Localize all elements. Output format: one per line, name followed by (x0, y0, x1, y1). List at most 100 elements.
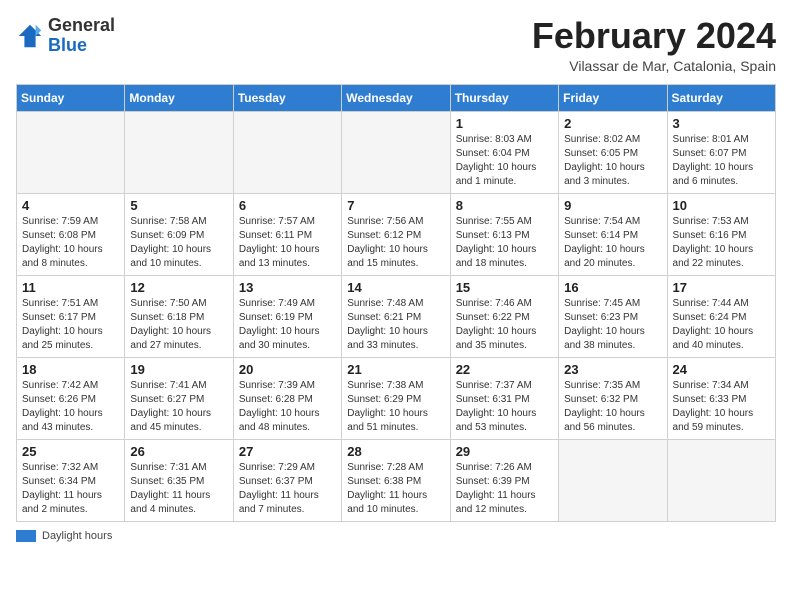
calendar-day-cell: 29 Sunrise: 7:26 AM Sunset: 6:39 PM Dayli… (450, 439, 558, 521)
legend-label: Daylight hours (42, 530, 112, 542)
calendar-day-cell: 3 Sunrise: 8:01 AM Sunset: 6:07 PM Daylig… (667, 111, 775, 193)
day-number: 26 (130, 444, 227, 459)
day-info: Sunrise: 7:44 AM Sunset: 6:24 PM Dayligh… (673, 297, 770, 353)
day-info: Sunrise: 7:57 AM Sunset: 6:11 PM Dayligh… (239, 215, 336, 271)
day-number: 14 (347, 280, 444, 295)
logo-general: General (48, 15, 115, 35)
day-info: Sunrise: 7:35 AM Sunset: 6:32 PM Dayligh… (564, 379, 661, 435)
day-number: 28 (347, 444, 444, 459)
day-number: 17 (673, 280, 770, 295)
calendar-day-cell: 14 Sunrise: 7:48 AM Sunset: 6:21 PM Dayli… (342, 275, 450, 357)
day-number: 11 (22, 280, 119, 295)
day-number: 7 (347, 198, 444, 213)
calendar-day-cell: 24 Sunrise: 7:34 AM Sunset: 6:33 PM Dayli… (667, 357, 775, 439)
calendar-header-cell: Saturday (667, 84, 775, 111)
day-info: Sunrise: 7:51 AM Sunset: 6:17 PM Dayligh… (22, 297, 119, 353)
day-number: 13 (239, 280, 336, 295)
day-info: Sunrise: 7:54 AM Sunset: 6:14 PM Dayligh… (564, 215, 661, 271)
legend-box (16, 530, 36, 542)
day-info: Sunrise: 7:50 AM Sunset: 6:18 PM Dayligh… (130, 297, 227, 353)
calendar-day-cell: 13 Sunrise: 7:49 AM Sunset: 6:19 PM Dayli… (233, 275, 341, 357)
day-number: 4 (22, 198, 119, 213)
calendar-day-cell: 9 Sunrise: 7:54 AM Sunset: 6:14 PM Daylig… (559, 193, 667, 275)
calendar-header-cell: Friday (559, 84, 667, 111)
calendar-day-cell: 28 Sunrise: 7:28 AM Sunset: 6:38 PM Dayli… (342, 439, 450, 521)
calendar-day-cell (342, 111, 450, 193)
calendar-day-cell: 8Sunrise: 7:55 AM Sunset: 6:13 PM Daylig… (450, 193, 558, 275)
calendar-week-row: 1Sunrise: 8:03 AM Sunset: 6:04 PM Daylig… (17, 111, 776, 193)
calendar-day-cell (233, 111, 341, 193)
calendar-day-cell: 1Sunrise: 8:03 AM Sunset: 6:04 PM Daylig… (450, 111, 558, 193)
day-info: Sunrise: 7:58 AM Sunset: 6:09 PM Dayligh… (130, 215, 227, 271)
logo-icon (16, 22, 44, 50)
calendar-week-row: 11 Sunrise: 7:51 AM Sunset: 6:17 PM Dayli… (17, 275, 776, 357)
calendar-day-cell (125, 111, 233, 193)
calendar-header-cell: Wednesday (342, 84, 450, 111)
day-number: 12 (130, 280, 227, 295)
logo-blue: Blue (48, 35, 87, 55)
calendar-week-row: 4Sunrise: 7:59 AM Sunset: 6:08 PM Daylig… (17, 193, 776, 275)
day-info: Sunrise: 7:46 AM Sunset: 6:22 PM Dayligh… (456, 297, 553, 353)
day-number: 21 (347, 362, 444, 377)
day-info: Sunrise: 7:32 AM Sunset: 6:34 PM Dayligh… (22, 461, 119, 517)
calendar-day-cell (667, 439, 775, 521)
calendar-day-cell: 25 Sunrise: 7:32 AM Sunset: 6:34 PM Dayli… (17, 439, 125, 521)
day-number: 24 (673, 362, 770, 377)
day-number: 27 (239, 444, 336, 459)
day-info: Sunrise: 7:37 AM Sunset: 6:31 PM Dayligh… (456, 379, 553, 435)
day-info: Sunrise: 7:34 AM Sunset: 6:33 PM Dayligh… (673, 379, 770, 435)
calendar-day-cell: 6Sunrise: 7:57 AM Sunset: 6:11 PM Daylig… (233, 193, 341, 275)
page-header: General Blue February 2024 Vilassar de M… (16, 16, 776, 74)
day-number: 29 (456, 444, 553, 459)
calendar-header-row: SundayMondayTuesdayWednesdayThursdayFrid… (17, 84, 776, 111)
day-number: 1 (456, 116, 553, 131)
calendar-body: 1Sunrise: 8:03 AM Sunset: 6:04 PM Daylig… (17, 111, 776, 521)
day-number: 9 (564, 198, 661, 213)
calendar-day-cell: 23 Sunrise: 7:35 AM Sunset: 6:32 PM Dayli… (559, 357, 667, 439)
day-number: 19 (130, 362, 227, 377)
day-number: 10 (673, 198, 770, 213)
calendar-day-cell: 10Sunrise: 7:53 AM Sunset: 6:16 PM Dayli… (667, 193, 775, 275)
calendar-day-cell: 20Sunrise: 7:39 AM Sunset: 6:28 PM Dayli… (233, 357, 341, 439)
title-block: February 2024 Vilassar de Mar, Catalonia… (532, 16, 776, 74)
day-info: Sunrise: 7:28 AM Sunset: 6:38 PM Dayligh… (347, 461, 444, 517)
calendar-week-row: 18 Sunrise: 7:42 AM Sunset: 6:26 PM Dayli… (17, 357, 776, 439)
day-info: Sunrise: 7:55 AM Sunset: 6:13 PM Dayligh… (456, 215, 553, 271)
location: Vilassar de Mar, Catalonia, Spain (532, 58, 776, 74)
day-number: 18 (22, 362, 119, 377)
calendar-day-cell: 4Sunrise: 7:59 AM Sunset: 6:08 PM Daylig… (17, 193, 125, 275)
day-info: Sunrise: 7:42 AM Sunset: 6:26 PM Dayligh… (22, 379, 119, 435)
day-number: 16 (564, 280, 661, 295)
calendar-day-cell: 27Sunrise: 7:29 AM Sunset: 6:37 PM Dayli… (233, 439, 341, 521)
day-number: 3 (673, 116, 770, 131)
day-info: Sunrise: 7:56 AM Sunset: 6:12 PM Dayligh… (347, 215, 444, 271)
legend: Daylight hours (16, 530, 776, 542)
day-info: Sunrise: 7:49 AM Sunset: 6:19 PM Dayligh… (239, 297, 336, 353)
logo-text: General Blue (48, 16, 115, 56)
day-number: 15 (456, 280, 553, 295)
day-number: 23 (564, 362, 661, 377)
day-info: Sunrise: 7:31 AM Sunset: 6:35 PM Dayligh… (130, 461, 227, 517)
calendar-day-cell (17, 111, 125, 193)
calendar-day-cell: 2Sunrise: 8:02 AM Sunset: 6:05 PM Daylig… (559, 111, 667, 193)
day-number: 5 (130, 198, 227, 213)
calendar-header-cell: Sunday (17, 84, 125, 111)
day-info: Sunrise: 7:26 AM Sunset: 6:39 PM Dayligh… (456, 461, 553, 517)
day-number: 25 (22, 444, 119, 459)
day-info: Sunrise: 8:01 AM Sunset: 6:07 PM Dayligh… (673, 133, 770, 189)
month-title: February 2024 (532, 16, 776, 56)
day-info: Sunrise: 7:38 AM Sunset: 6:29 PM Dayligh… (347, 379, 444, 435)
calendar-day-cell: 7 Sunrise: 7:56 AM Sunset: 6:12 PM Daylig… (342, 193, 450, 275)
calendar-day-cell: 5 Sunrise: 7:58 AM Sunset: 6:09 PM Daylig… (125, 193, 233, 275)
calendar-header-cell: Tuesday (233, 84, 341, 111)
calendar-day-cell: 11 Sunrise: 7:51 AM Sunset: 6:17 PM Dayli… (17, 275, 125, 357)
calendar-day-cell: 26 Sunrise: 7:31 AM Sunset: 6:35 PM Dayli… (125, 439, 233, 521)
calendar-day-cell: 15 Sunrise: 7:46 AM Sunset: 6:22 PM Dayli… (450, 275, 558, 357)
calendar-day-cell: 16Sunrise: 7:45 AM Sunset: 6:23 PM Dayli… (559, 275, 667, 357)
calendar-week-row: 25 Sunrise: 7:32 AM Sunset: 6:34 PM Dayli… (17, 439, 776, 521)
day-info: Sunrise: 7:41 AM Sunset: 6:27 PM Dayligh… (130, 379, 227, 435)
day-number: 2 (564, 116, 661, 131)
day-info: Sunrise: 7:39 AM Sunset: 6:28 PM Dayligh… (239, 379, 336, 435)
day-number: 22 (456, 362, 553, 377)
day-info: Sunrise: 7:48 AM Sunset: 6:21 PM Dayligh… (347, 297, 444, 353)
